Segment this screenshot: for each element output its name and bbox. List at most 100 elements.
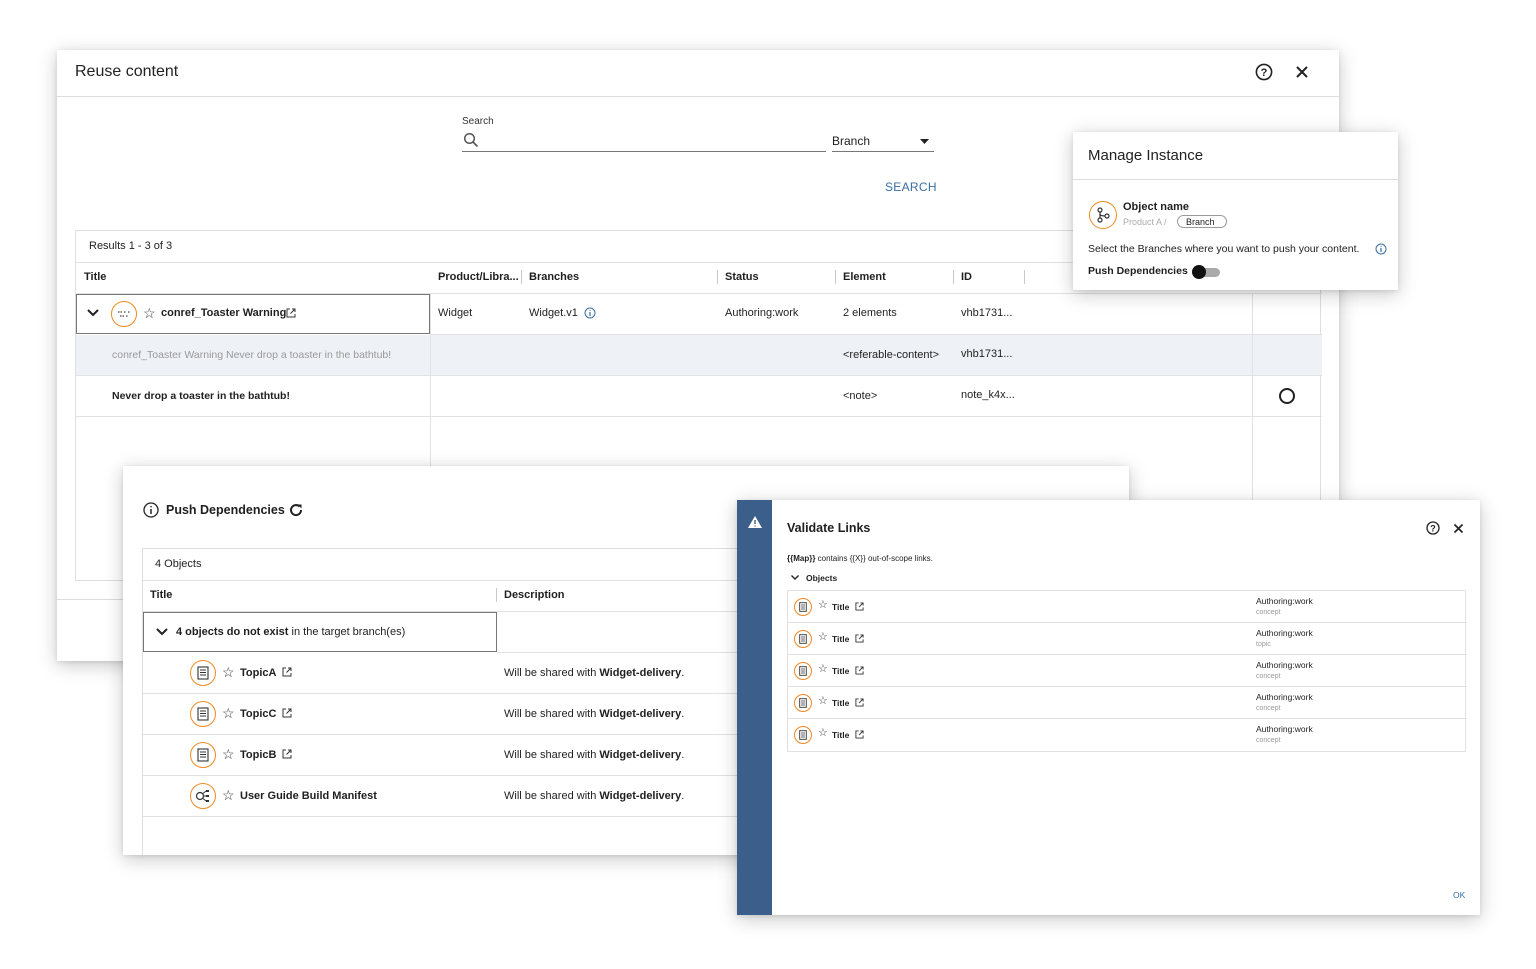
close-icon[interactable] bbox=[1450, 520, 1466, 536]
table-row[interactable]: ☆ conref_Toaster Warning Widget Widget.v… bbox=[76, 294, 1322, 334]
branch-chip[interactable]: Branch bbox=[1177, 215, 1227, 228]
push-dependencies-toggle[interactable] bbox=[1192, 265, 1222, 279]
help-icon[interactable]: ? bbox=[1425, 520, 1441, 536]
table-row[interactable]: conref_Toaster Warning Never drop a toas… bbox=[76, 335, 1322, 375]
topic-icon bbox=[794, 694, 812, 712]
objects-label[interactable]: Objects bbox=[806, 573, 837, 583]
star-icon[interactable]: ☆ bbox=[143, 306, 156, 320]
open-external-icon[interactable] bbox=[855, 666, 864, 675]
row-element: <referable-content> bbox=[843, 349, 940, 361]
star-icon[interactable]: ☆ bbox=[818, 696, 828, 707]
row-title[interactable]: Never drop a toaster in the bathtub! bbox=[112, 390, 290, 402]
item-name[interactable]: User Guide Build Manifest bbox=[240, 790, 377, 802]
object-count: 4 Objects bbox=[155, 558, 202, 570]
info-icon[interactable] bbox=[584, 307, 596, 319]
open-external-icon[interactable] bbox=[286, 308, 296, 318]
column-header-description[interactable]: Description bbox=[504, 589, 565, 601]
search-button[interactable]: SEARCH bbox=[885, 180, 937, 194]
search-input[interactable] bbox=[462, 130, 826, 152]
row-branch[interactable]: Widget.v1 bbox=[529, 307, 578, 319]
star-icon[interactable]: ☆ bbox=[222, 788, 235, 802]
row-id: vhb1731... bbox=[961, 348, 1013, 360]
row-id: vhb1731... bbox=[961, 307, 1013, 319]
open-external-icon[interactable] bbox=[282, 667, 292, 677]
star-icon[interactable]: ☆ bbox=[818, 632, 828, 643]
chevron-down-icon[interactable] bbox=[791, 575, 799, 580]
item-name[interactable]: TopicC bbox=[240, 708, 276, 720]
row-radio[interactable] bbox=[1279, 388, 1295, 404]
open-external-icon[interactable] bbox=[855, 730, 864, 739]
refresh-icon[interactable] bbox=[288, 502, 304, 518]
item-title[interactable]: Title bbox=[832, 602, 849, 612]
popup-title: Manage Instance bbox=[1088, 147, 1204, 164]
push-dependencies-label: Push Dependencies bbox=[1088, 265, 1188, 277]
validate-links-dialog: Validate Links ? {{Map}} contains {{X}} … bbox=[737, 500, 1480, 915]
open-external-icon[interactable] bbox=[855, 602, 864, 611]
group-row[interactable]: 4 objects do not exist in the target bra… bbox=[143, 612, 497, 652]
share-target: Widget-delivery bbox=[599, 667, 682, 679]
list-item[interactable]: ☆ Title Authoring:work topic bbox=[788, 623, 1467, 655]
row-status: Authoring:work bbox=[725, 307, 799, 319]
ok-button[interactable]: OK bbox=[1453, 890, 1465, 900]
results-count: Results 1 - 3 of 3 bbox=[89, 240, 173, 252]
conref-icon bbox=[111, 301, 137, 327]
star-icon[interactable]: ☆ bbox=[222, 665, 235, 679]
column-header-product[interactable]: Product/Libra... bbox=[438, 271, 519, 283]
star-icon[interactable]: ☆ bbox=[818, 664, 828, 675]
item-status: Authoring:work bbox=[1256, 724, 1313, 734]
open-external-icon[interactable] bbox=[282, 749, 292, 759]
list-item[interactable]: ☆ Title Authoring:work concept bbox=[788, 655, 1467, 687]
item-type: concept bbox=[1256, 609, 1281, 616]
item-status: Authoring:work bbox=[1256, 692, 1313, 702]
column-header-title[interactable]: Title bbox=[150, 589, 172, 601]
share-target: Widget-delivery bbox=[599, 790, 682, 802]
help-icon[interactable]: ? bbox=[1254, 62, 1274, 82]
search-icon bbox=[463, 132, 479, 148]
item-title[interactable]: Title bbox=[832, 730, 849, 740]
object-name: Object name bbox=[1123, 201, 1190, 213]
dialog-title: Push Dependencies bbox=[166, 503, 285, 517]
row-title[interactable]: conref_Toaster Warning bbox=[161, 307, 286, 319]
star-icon[interactable]: ☆ bbox=[818, 728, 828, 739]
column-header-title[interactable]: Title bbox=[84, 271, 106, 283]
close-icon[interactable] bbox=[1292, 62, 1312, 82]
svg-text:?: ? bbox=[1430, 523, 1436, 533]
item-title[interactable]: Title bbox=[832, 666, 849, 676]
group-label-rest: in the target branch(es) bbox=[288, 626, 406, 638]
star-icon[interactable]: ☆ bbox=[818, 600, 828, 611]
column-header-status[interactable]: Status bbox=[725, 271, 759, 283]
item-status: Authoring:work bbox=[1256, 596, 1313, 606]
column-header-element[interactable]: Element bbox=[843, 271, 886, 283]
topic-icon bbox=[794, 598, 812, 616]
table-row[interactable]: Never drop a toaster in the bathtub! <no… bbox=[76, 376, 1322, 416]
item-status: Authoring:work bbox=[1256, 628, 1313, 638]
open-external-icon[interactable] bbox=[855, 634, 864, 643]
info-icon[interactable] bbox=[1375, 243, 1387, 255]
list-item[interactable]: ☆ Title Authoring:work concept bbox=[788, 591, 1467, 623]
chevron-down-icon[interactable] bbox=[156, 628, 168, 636]
item-title[interactable]: Title bbox=[832, 634, 849, 644]
column-header-id[interactable]: ID bbox=[961, 271, 972, 283]
item-type: topic bbox=[1256, 641, 1271, 648]
item-type: concept bbox=[1256, 705, 1281, 712]
branch-select[interactable]: Branch bbox=[832, 130, 934, 152]
row-title[interactable]: conref_Toaster Warning Never drop a toas… bbox=[112, 349, 391, 361]
item-name[interactable]: TopicA bbox=[240, 667, 276, 679]
dialog-title: Validate Links bbox=[787, 521, 871, 535]
share-target: Widget-delivery bbox=[599, 708, 682, 720]
item-type: concept bbox=[1256, 737, 1281, 744]
item-title[interactable]: Title bbox=[832, 698, 849, 708]
chevron-down-icon[interactable] bbox=[87, 309, 99, 317]
star-icon[interactable]: ☆ bbox=[222, 747, 235, 761]
warning-icon bbox=[748, 516, 762, 528]
item-name[interactable]: TopicB bbox=[240, 749, 276, 761]
list-item[interactable]: ☆ Title Authoring:work concept bbox=[788, 687, 1467, 719]
open-external-icon[interactable] bbox=[855, 698, 864, 707]
item-type: concept bbox=[1256, 673, 1281, 680]
open-external-icon[interactable] bbox=[282, 708, 292, 718]
svg-text:?: ? bbox=[1261, 67, 1268, 79]
list-item[interactable]: ☆ Title Authoring:work concept bbox=[788, 719, 1467, 751]
column-header-branches[interactable]: Branches bbox=[529, 271, 579, 283]
map-icon bbox=[190, 783, 216, 809]
star-icon[interactable]: ☆ bbox=[222, 706, 235, 720]
